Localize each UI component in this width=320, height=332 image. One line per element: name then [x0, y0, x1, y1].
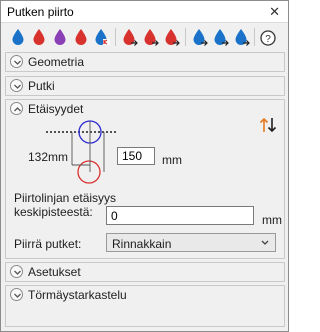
blue-drop-text-icon[interactable] [93, 27, 111, 47]
section-header[interactable]: Asetukset [6, 263, 284, 281]
red-drop-arrow-icon[interactable] [163, 27, 181, 47]
red-drop-icon[interactable] [30, 27, 48, 47]
offset-unit: mm [262, 213, 282, 227]
swap-order-icon[interactable] [258, 116, 278, 134]
red-drop-arrow-icon[interactable] [142, 27, 160, 47]
window-title: Putken piirto [7, 5, 74, 19]
chevron-down-icon[interactable] [10, 265, 23, 278]
blue-drop-icon[interactable] [9, 27, 27, 47]
dimension-label: 132mm [28, 150, 69, 164]
section-title: Törmäystarkastelu [28, 288, 127, 302]
chevron-down-icon[interactable] [10, 288, 23, 301]
toolbar: ? [1, 24, 288, 50]
section-header[interactable]: Putki [6, 77, 284, 95]
chevron-down-icon[interactable] [10, 55, 23, 68]
chevron-up-icon[interactable] [10, 102, 23, 115]
section-title: Putki [28, 79, 55, 93]
close-button[interactable]: ✕ [269, 4, 280, 20]
distance-unit: mm [162, 153, 182, 167]
section-title: Etäisyydet [28, 102, 84, 116]
draw-pipes-select[interactable]: Rinnakkain [106, 233, 276, 252]
draw-pipes-label: Piirrä putket: [14, 237, 82, 251]
section-asetukset[interactable]: Asetukset [5, 262, 285, 282]
blue-drop-arrow-icon[interactable] [212, 27, 230, 47]
title-bar: Putken piirto ✕ [1, 1, 288, 23]
blue-drop-arrow-icon[interactable] [233, 27, 251, 47]
chevron-down-icon [261, 240, 269, 245]
section-header[interactable]: Geometria [6, 53, 284, 71]
toolbar-separator [115, 28, 116, 46]
section-header[interactable]: Törmäystarkastelu [6, 286, 284, 304]
section-geometria[interactable]: Geometria [5, 52, 285, 72]
toolbar-separator [185, 28, 186, 46]
section-title: Geometria [28, 55, 85, 69]
draw-pipes-value: Rinnakkain [112, 237, 172, 251]
chevron-down-icon[interactable] [10, 79, 23, 92]
section-etaisyydet: Etäisyydet 132mm mm Piirtolinjan et [5, 99, 285, 259]
section-title: Asetukset [28, 265, 81, 279]
blue-drop-arrow-icon[interactable] [191, 27, 209, 47]
dialog-window: Putken piirto ✕ ? Geometria Putki Etäisy… [0, 0, 289, 332]
help-glyph: ? [265, 34, 271, 45]
toolbar-separator [254, 28, 255, 46]
red-drop-icon[interactable] [72, 27, 90, 47]
section-tormaystarkastelu[interactable]: Törmäystarkastelu [5, 285, 285, 327]
help-icon[interactable]: ? [259, 27, 277, 47]
offset-input[interactable] [106, 206, 254, 225]
distance-input[interactable] [117, 147, 155, 165]
purple-drop-icon[interactable] [51, 27, 69, 47]
red-drop-arrow-icon[interactable] [121, 27, 139, 47]
section-putki[interactable]: Putki [5, 76, 285, 96]
section-header[interactable]: Etäisyydet [6, 100, 284, 118]
